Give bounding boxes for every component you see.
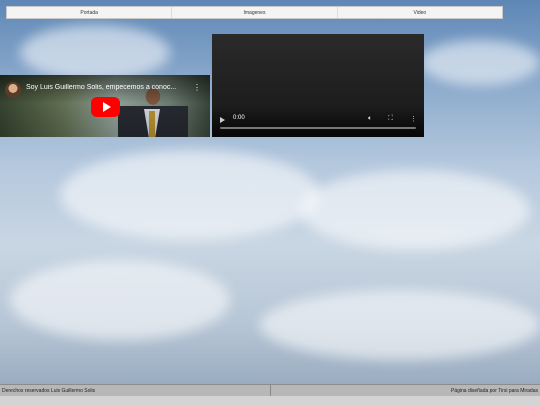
footer-copyright: Derechos reservados Luis Guillermo Solis: [0, 385, 271, 396]
nav-video[interactable]: Video: [338, 7, 502, 18]
fullscreen-icon[interactable]: ⛶: [388, 115, 393, 123]
video-time: 0:00: [233, 115, 245, 121]
nav-portada[interactable]: Portada: [7, 7, 173, 18]
youtube-play-button[interactable]: [91, 97, 120, 117]
youtube-video-title[interactable]: Soy Luis Guillermo Solis, empecemos a co…: [26, 84, 186, 91]
channel-avatar[interactable]: [5, 82, 21, 98]
footer: Derechos reservados Luis Guillermo Solis…: [0, 384, 540, 396]
top-navigation: Portada Imagenes Video: [6, 6, 503, 19]
mute-icon[interactable]: 🔈︎: [368, 115, 372, 123]
footer-credits: Página diseñada por Tirsi para Miradas: [451, 387, 538, 394]
play-icon[interactable]: [220, 117, 225, 123]
bottom-strip: [0, 396, 540, 405]
more-options-icon[interactable]: ⋮: [193, 83, 201, 92]
video-progress-bar[interactable]: [220, 127, 416, 129]
nav-imagenes[interactable]: Imagenes: [172, 7, 338, 18]
html5-video-player[interactable]: 0:00 🔈︎ ⛶ ⋮: [212, 34, 424, 137]
youtube-embed[interactable]: Soy Luis Guillermo Solis, empecemos a co…: [0, 75, 210, 137]
video-controls: 0:00 🔈︎ ⛶ ⋮: [212, 107, 424, 137]
more-icon[interactable]: ⋮: [410, 115, 417, 123]
